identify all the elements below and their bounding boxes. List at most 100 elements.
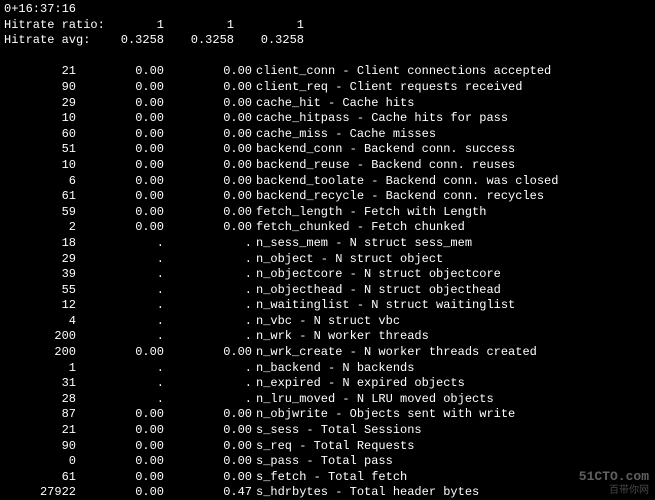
stat-col3: 0.00 [164,127,252,143]
stat-col3: 0.00 [164,454,252,470]
stat-desc: n_backend - N backends [252,361,414,377]
stat-desc: cache_hitpass - Cache hits for pass [252,111,508,127]
stat-row: 29..n_object - N struct object [4,252,651,268]
stat-row: 00.000.00s_pass - Total pass [4,454,651,470]
watermark-sub: 百带你网 [609,485,649,498]
stat-desc: n_vbc - N struct vbc [252,314,400,330]
stat-col1: 18 [4,236,76,252]
stat-col1: 59 [4,205,76,221]
stat-col2: 0.00 [76,158,164,174]
stat-desc: client_conn - Client connections accepte… [252,64,551,80]
stat-col1: 6 [4,174,76,190]
stat-row: 870.000.00n_objwrite - Objects sent with… [4,407,651,423]
stat-desc: cache_hit - Cache hits [252,96,414,112]
stat-col1: 21 [4,64,76,80]
stat-col1: 1 [4,361,76,377]
stat-row: 2000.000.00n_wrk_create - N worker threa… [4,345,651,361]
stat-col2: 0.00 [76,407,164,423]
stat-col3: . [164,252,252,268]
stat-col1: 29 [4,252,76,268]
stat-col3: 0.00 [164,158,252,174]
stat-col1: 27922 [4,485,76,500]
stat-col3: 0.00 [164,470,252,486]
stat-desc: n_lru_moved - N LRU moved objects [252,392,494,408]
stat-col2: 0.00 [76,470,164,486]
stat-col3: 0.00 [164,142,252,158]
stat-col3: 0.00 [164,407,252,423]
stat-col3: 0.00 [164,64,252,80]
hitrate-ratio-v3: 1 [234,18,304,34]
stat-col3: 0.00 [164,174,252,190]
stat-row: 290.000.00cache_hit - Cache hits [4,96,651,112]
stat-col1: 10 [4,158,76,174]
stat-col2: 0.00 [76,127,164,143]
stat-desc: fetch_length - Fetch with Length [252,205,486,221]
hitrate-avg-label: Hitrate avg: [4,33,104,49]
stat-col2: 0.00 [76,454,164,470]
stat-col3: 0.00 [164,439,252,455]
stat-col2: . [76,236,164,252]
stat-col1: 29 [4,96,76,112]
stat-row: 20.000.00fetch_chunked - Fetch chunked [4,220,651,236]
stat-row: 600.000.00cache_miss - Cache misses [4,127,651,143]
stat-col1: 61 [4,189,76,205]
stat-row: 31..n_expired - N expired objects [4,376,651,392]
blank-line [4,49,651,65]
stat-row: 900.000.00s_req - Total Requests [4,439,651,455]
hitrate-ratio-label: Hitrate ratio: [4,18,104,34]
stat-col2: . [76,298,164,314]
stat-desc: n_object - N struct object [252,252,443,268]
stat-col2: . [76,329,164,345]
hitrate-ratio-line: Hitrate ratio: 1 1 1 [4,18,651,34]
stat-col2: 0.00 [76,423,164,439]
stat-row: 210.000.00client_conn - Client connectio… [4,64,651,80]
hitrate-avg-v3: 0.3258 [234,33,304,49]
stat-col3: 0.00 [164,96,252,112]
stat-row: 12..n_waitinglist - N struct waitinglist [4,298,651,314]
stat-col2: . [76,267,164,283]
stat-col1: 12 [4,298,76,314]
stat-col2: 0.00 [76,189,164,205]
stat-col1: 61 [4,470,76,486]
stat-col1: 4 [4,314,76,330]
stat-col2: 0.00 [76,485,164,500]
stat-col3: 0.00 [164,205,252,221]
stat-desc: client_req - Client requests received [252,80,522,96]
stat-col3: 0.00 [164,345,252,361]
stat-desc: n_wrk_create - N worker threads created [252,345,537,361]
hitrate-ratio-v1: 1 [104,18,164,34]
stat-col3: . [164,314,252,330]
stat-desc: s_pass - Total pass [252,454,393,470]
stat-col3: . [164,267,252,283]
stat-col2: 0.00 [76,80,164,96]
stat-desc: backend_toolate - Backend conn. was clos… [252,174,558,190]
stat-desc: s_sess - Total Sessions [252,423,422,439]
stat-col2: . [76,392,164,408]
stat-row: 590.000.00fetch_length - Fetch with Leng… [4,205,651,221]
stat-desc: n_waitinglist - N struct waitinglist [252,298,515,314]
stat-col1: 200 [4,329,76,345]
stat-col2: 0.00 [76,174,164,190]
stat-col2: . [76,314,164,330]
stat-row: 200..n_wrk - N worker threads [4,329,651,345]
stat-desc: s_fetch - Total fetch [252,470,407,486]
stat-col3: 0.00 [164,189,252,205]
stat-col1: 200 [4,345,76,361]
stat-col1: 87 [4,407,76,423]
stat-row: 1..n_backend - N backends [4,361,651,377]
stat-desc: n_objectcore - N struct objectcore [252,267,501,283]
stat-col2: . [76,283,164,299]
stat-row: 18..n_sess_mem - N struct sess_mem [4,236,651,252]
stat-col1: 39 [4,267,76,283]
hitrate-avg-v2: 0.3258 [164,33,234,49]
stat-desc: backend_recycle - Backend conn. recycles [252,189,544,205]
stat-col3: . [164,298,252,314]
stat-col1: 55 [4,283,76,299]
stat-col3: . [164,361,252,377]
stat-col3: . [164,283,252,299]
stat-row: 60.000.00backend_toolate - Backend conn.… [4,174,651,190]
uptime-line: 0+16:37:16 [4,2,651,18]
terminal-output: 0+16:37:16 Hitrate ratio: 1 1 1 Hitrate … [0,0,655,500]
stat-desc: s_hdrbytes - Total header bytes [252,485,479,500]
stat-col2: 0.00 [76,142,164,158]
